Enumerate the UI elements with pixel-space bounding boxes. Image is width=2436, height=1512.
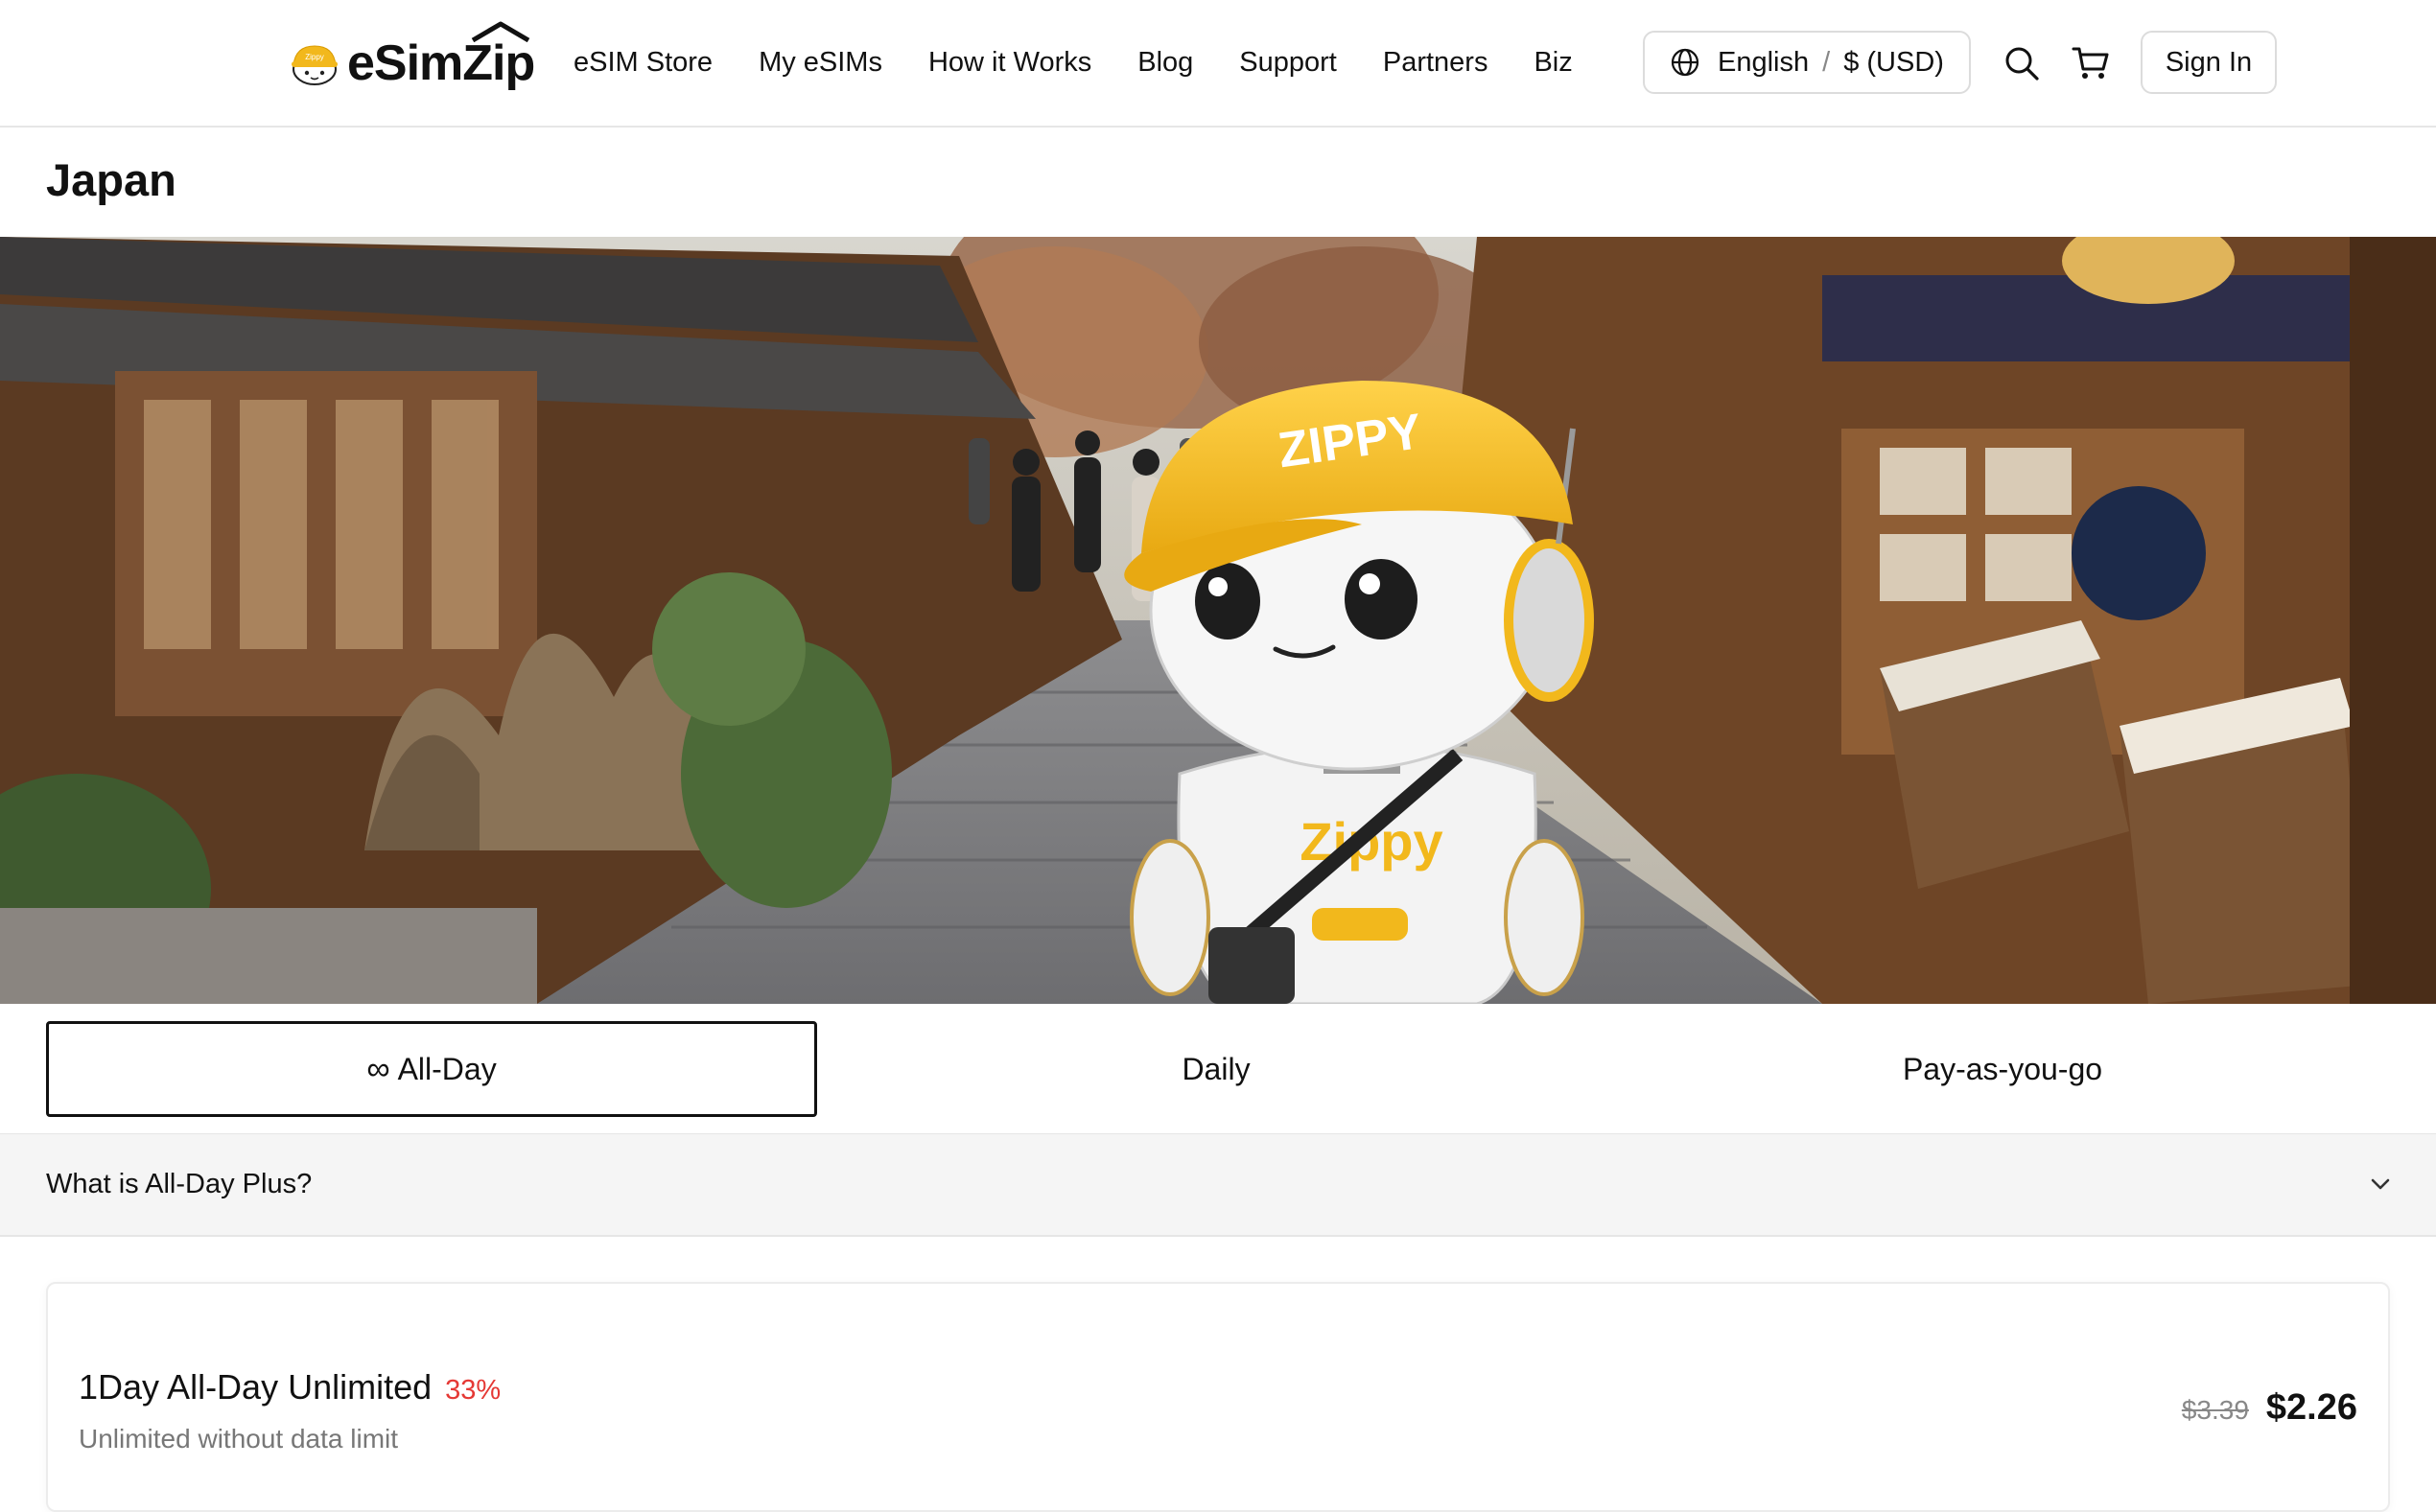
nav-biz[interactable]: Biz bbox=[1534, 47, 1572, 79]
tab-label: Daily bbox=[1182, 1051, 1251, 1086]
hero-banner: Zippy ZIPPY bbox=[0, 237, 2436, 1004]
main-nav: eSIM Store My eSIMs How it Works Blog Su… bbox=[574, 0, 1619, 126]
language-label: English bbox=[1718, 46, 1810, 78]
mascot-logo-icon: Zippy bbox=[292, 45, 338, 85]
sign-in-button[interactable]: Sign In bbox=[2141, 31, 2277, 94]
plan-name-row: 1Day All-Day Unlimited 33% bbox=[79, 1367, 501, 1407]
discount-badge: 33% bbox=[445, 1375, 502, 1406]
currency-label: $ (USD) bbox=[1843, 46, 1944, 78]
nav-esim-store[interactable]: eSIM Store bbox=[574, 47, 713, 79]
tab-label: Pay-as-you-go bbox=[1902, 1051, 2103, 1086]
language-currency-selector[interactable]: English / $ (USD) bbox=[1643, 31, 1971, 94]
search-icon bbox=[2005, 47, 2039, 81]
tab-pay-as-you-go[interactable]: Pay-as-you-go bbox=[1617, 1021, 2388, 1117]
faq-question: What is All-Day Plus? bbox=[46, 1169, 313, 1199]
tab-all-day[interactable]: ∞ All-Day bbox=[46, 1021, 817, 1117]
plan-card[interactable]: 1Day All-Day Unlimited 33% Unlimited with… bbox=[46, 1282, 2390, 1512]
svg-text:Zippy: Zippy bbox=[305, 53, 324, 61]
infinity-icon: ∞ bbox=[366, 1050, 390, 1087]
selector-separator: / bbox=[1822, 46, 1831, 78]
page-title: Japan bbox=[46, 154, 176, 205]
robot-mascot: Zippy ZIPPY bbox=[1124, 381, 1594, 1004]
plan-name: 1Day All-Day Unlimited bbox=[79, 1367, 433, 1407]
nav-how-it-works[interactable]: How it Works bbox=[928, 47, 1091, 79]
site-header: Zippy eSimZip eSIM Store My eSIMs How it… bbox=[0, 0, 2436, 128]
plan-price: $3.39 $2.26 bbox=[2182, 1387, 2357, 1429]
globe-icon bbox=[1671, 48, 1699, 77]
faq-accordion[interactable]: What is All-Day Plus? bbox=[0, 1134, 2436, 1237]
house-roof-icon bbox=[472, 21, 530, 42]
nav-blog[interactable]: Blog bbox=[1137, 47, 1193, 79]
nav-my-esims[interactable]: My eSIMs bbox=[759, 47, 882, 79]
nav-partners[interactable]: Partners bbox=[1383, 47, 1488, 79]
plan-subtitle: Unlimited without data limit bbox=[79, 1424, 399, 1454]
cart-icon bbox=[2072, 47, 2109, 79]
nav-support[interactable]: Support bbox=[1239, 47, 1337, 79]
chevron-down-icon bbox=[2371, 1178, 2390, 1190]
site-logo[interactable]: Zippy eSimZip bbox=[288, 21, 535, 98]
tab-daily[interactable]: Daily bbox=[831, 1021, 1602, 1117]
plan-type-tabs: ∞ All-Day Daily Pay-as-you-go bbox=[0, 1004, 2436, 1135]
tab-label: All-Day bbox=[397, 1051, 497, 1086]
cart-button[interactable] bbox=[2070, 42, 2112, 84]
search-button[interactable] bbox=[2001, 42, 2043, 84]
hero-image: Zippy ZIPPY bbox=[0, 237, 2436, 1004]
original-price: $3.39 bbox=[2181, 1395, 2249, 1425]
logo-wordmark: eSimZip bbox=[347, 21, 535, 92]
sale-price: $2.26 bbox=[2265, 1387, 2357, 1428]
